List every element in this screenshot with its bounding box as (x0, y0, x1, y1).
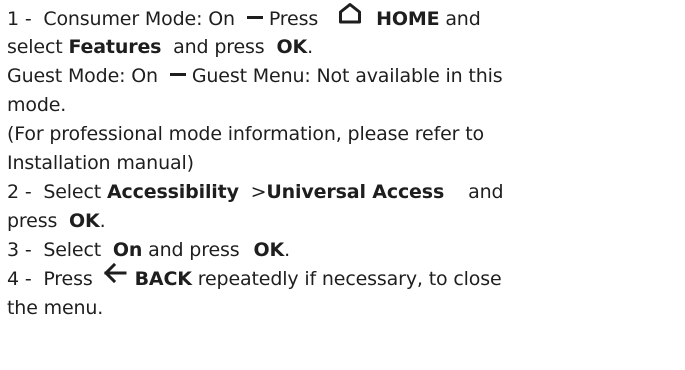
step-text: press (7, 210, 58, 232)
step-text: Guest Menu: Not available in this (191, 65, 503, 87)
step-text: and (468, 181, 504, 203)
step-number: 3 - (7, 239, 32, 261)
ok-key-label: OK (276, 36, 308, 58)
menu-item-features: Features (68, 36, 162, 58)
step-text: Press (43, 268, 93, 290)
step-text: the menu. (7, 297, 104, 319)
step-4-line-1: 4 - Press BACK repeatedly if necessary, t… (7, 262, 681, 294)
step-text: select (7, 36, 63, 58)
step-text: (For professional mode information, plea… (7, 123, 484, 145)
step-text: repeatedly if necessary, to close (197, 268, 502, 290)
step-number: 2 - (7, 181, 32, 203)
arrow-left-icon (103, 262, 127, 292)
home-icon (338, 2, 362, 33)
step-text: Select (43, 239, 102, 261)
step-number: 1 - (7, 8, 32, 30)
separator: > (250, 181, 267, 203)
step-text: Press (268, 8, 319, 30)
step-text: Consumer Mode: On (43, 8, 235, 30)
ok-key-label: OK (253, 239, 285, 261)
step-1-line-5: (For professional mode information, plea… (7, 120, 681, 149)
step-text: . (284, 239, 290, 261)
step-1-line-6: Installation manual) (7, 149, 681, 178)
step-text: Select (43, 181, 102, 203)
step-4-line-2: the menu. (7, 294, 681, 323)
dash-icon (246, 16, 263, 19)
step-text: Installation manual) (7, 152, 194, 174)
step-number: 4 - (7, 268, 32, 290)
menu-item-accessibility: Accessibility (106, 181, 239, 203)
step-text: . (307, 36, 313, 58)
step-text: . (99, 210, 106, 232)
step-1-line-3: Guest Mode: On Guest Menu: Not available… (7, 62, 681, 91)
back-key-label: BACK (134, 268, 192, 290)
step-1-line-4: mode. (7, 91, 681, 120)
option-on: On (112, 239, 143, 261)
step-2-line-1: 2 - Select Accessibility >Universal Acce… (7, 178, 681, 207)
menu-item-universal-access: Universal Access (266, 181, 445, 203)
step-text: mode. (7, 94, 67, 116)
ok-key-label: OK (68, 210, 100, 232)
instructions: 1 - Consumer Mode: On Press HOME and sele… (7, 0, 681, 323)
step-2-line-2: press OK. (7, 207, 681, 236)
dash-icon (169, 73, 186, 76)
step-1-line-2: select Features and press OK. (7, 33, 681, 62)
step-3-line-1: 3 - Select On and press OK. (7, 236, 681, 265)
home-key-label: HOME (376, 8, 440, 30)
step-text: Guest Mode: On (7, 65, 158, 87)
step-text: and press (173, 36, 265, 58)
step-text: and (445, 8, 481, 30)
step-1-line-1: 1 - Consumer Mode: On Press HOME and (7, 2, 681, 33)
step-text: and press (148, 239, 240, 261)
